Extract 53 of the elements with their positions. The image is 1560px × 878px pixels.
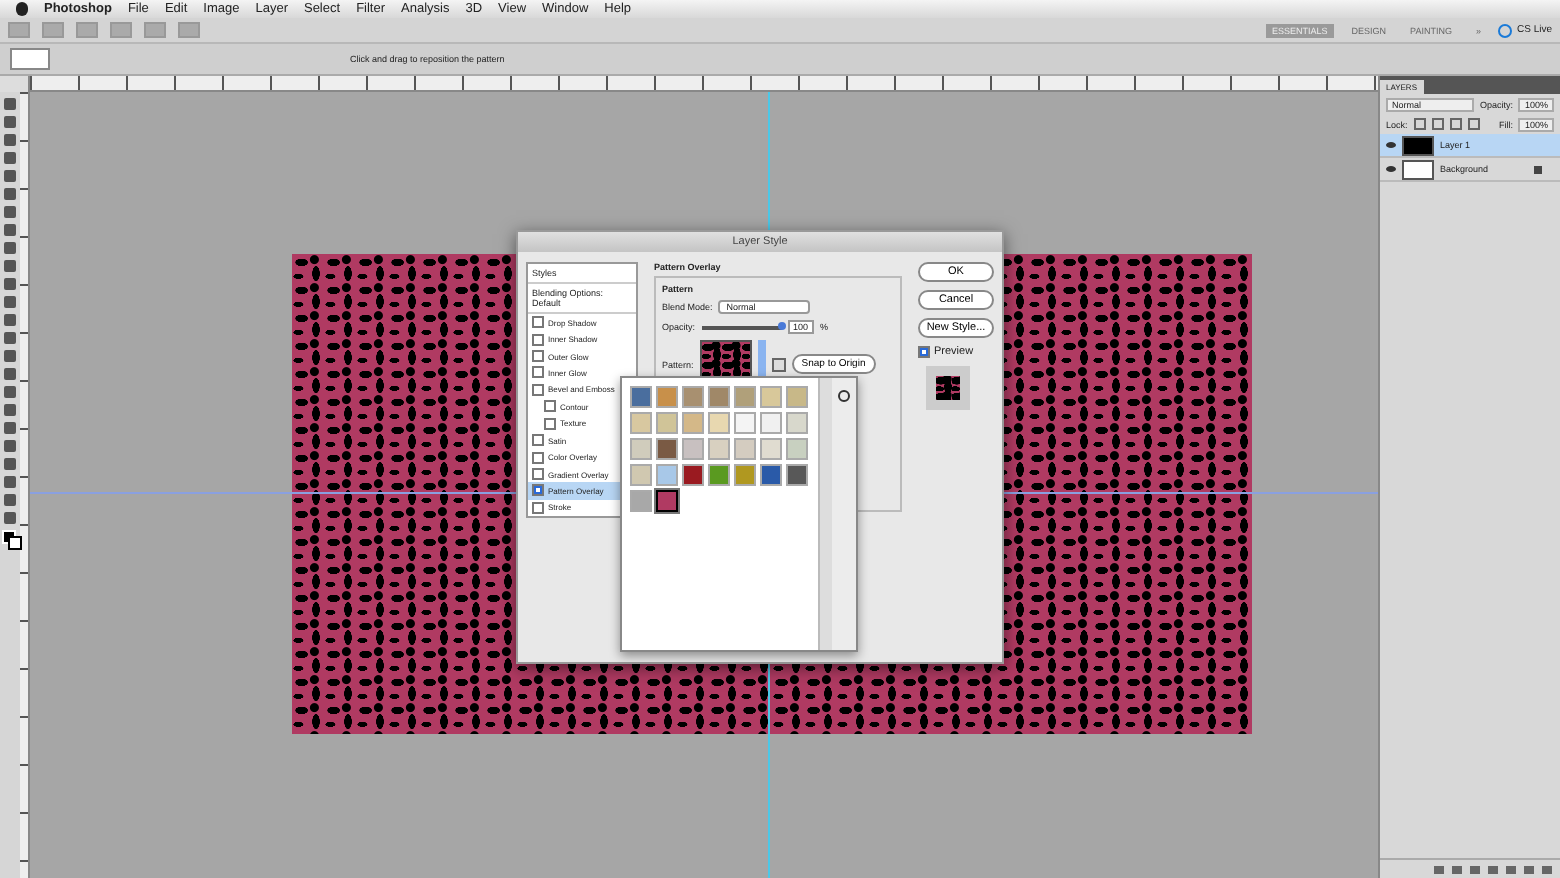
pattern-swatch[interactable]	[656, 412, 678, 434]
background-color-swatch[interactable]	[7, 536, 21, 550]
pattern-swatch[interactable]	[760, 438, 782, 460]
pattern-swatch[interactable]	[682, 386, 704, 408]
pattern-swatch[interactable]	[786, 438, 808, 460]
checkbox[interactable]	[532, 383, 544, 396]
checkbox[interactable]	[532, 333, 544, 346]
checkbox[interactable]	[532, 484, 544, 497]
checkbox[interactable]	[532, 316, 544, 329]
new-preset-icon[interactable]	[771, 357, 786, 371]
pattern-swatch[interactable]	[760, 386, 782, 408]
checkbox[interactable]	[532, 366, 544, 379]
pattern-swatch[interactable]	[734, 438, 756, 460]
eye-icon[interactable]	[1386, 166, 1396, 172]
checkbox[interactable]	[918, 346, 930, 358]
checkbox[interactable]	[532, 451, 544, 464]
tool-preset-picker[interactable]	[10, 48, 50, 70]
pattern-swatch[interactable]	[708, 464, 730, 486]
checkbox[interactable]	[532, 434, 544, 447]
pattern-swatch[interactable]	[682, 412, 704, 434]
pattern-swatch[interactable]	[734, 386, 756, 408]
pattern-swatch[interactable]	[760, 412, 782, 434]
pattern-swatch[interactable]	[630, 386, 652, 408]
pattern-swatch[interactable]	[786, 412, 808, 434]
slider-thumb[interactable]	[777, 321, 786, 329]
eye-icon[interactable]	[1386, 142, 1396, 148]
checkbox[interactable]	[532, 501, 544, 514]
checkbox[interactable]	[544, 417, 556, 430]
pattern-swatch[interactable]	[708, 412, 730, 434]
pattern-swatch[interactable]	[734, 412, 756, 434]
pattern-swatch[interactable]	[630, 412, 652, 434]
pattern-swatch[interactable]	[656, 438, 678, 460]
pattern-swatch[interactable]	[786, 464, 808, 486]
pattern-swatch[interactable]	[682, 464, 704, 486]
checkbox[interactable]	[532, 350, 544, 363]
pattern-swatch[interactable]	[656, 386, 678, 408]
pattern-swatch[interactable]	[734, 464, 756, 486]
pattern-swatch[interactable]	[656, 464, 678, 486]
pattern-swatch[interactable]	[708, 438, 730, 460]
pattern-swatch[interactable]	[656, 490, 678, 512]
pattern-swatch[interactable]	[760, 464, 782, 486]
opacity-slider[interactable]	[701, 321, 782, 333]
pattern-swatch[interactable]	[630, 490, 652, 512]
pattern-swatch[interactable]	[630, 464, 652, 486]
pattern-swatch[interactable]	[630, 438, 652, 460]
checkbox[interactable]	[532, 468, 544, 480]
ring-icon	[1498, 23, 1513, 37]
scrollbar[interactable]	[818, 378, 833, 650]
pattern-swatch[interactable]	[682, 438, 704, 460]
preview-thumbnail	[926, 366, 970, 410]
checkbox[interactable]	[544, 400, 556, 413]
pattern-swatch[interactable]	[708, 386, 730, 408]
pattern-swatch[interactable]	[786, 386, 808, 408]
